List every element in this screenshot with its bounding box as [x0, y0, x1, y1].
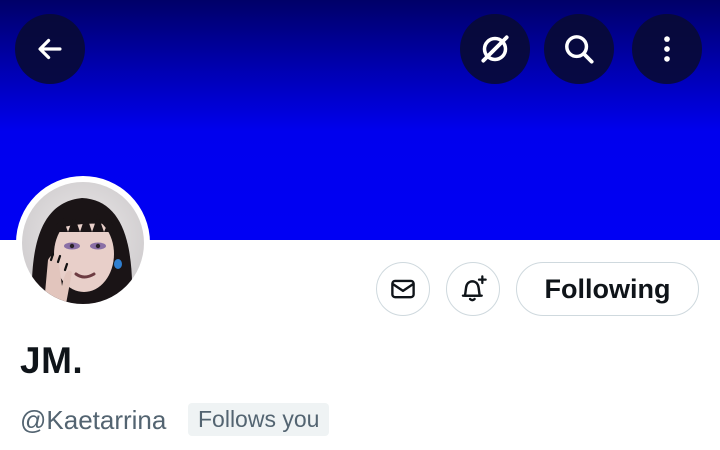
- more-options-button[interactable]: [632, 14, 702, 84]
- notifications-button[interactable]: [446, 262, 500, 316]
- message-button[interactable]: [376, 262, 430, 316]
- back-button[interactable]: [15, 14, 85, 84]
- mail-icon: [391, 279, 415, 299]
- avatar[interactable]: [22, 182, 144, 304]
- follows-you-badge: Follows you: [188, 403, 330, 436]
- bell-plus-icon: [461, 275, 487, 302]
- handle: @Kaetarrina: [20, 405, 167, 435]
- grok-icon: [481, 35, 509, 63]
- arrow-left-icon: [38, 38, 62, 60]
- search-button[interactable]: [544, 14, 614, 84]
- search-icon: [565, 35, 594, 64]
- follows-you-label: Follows you: [198, 406, 320, 432]
- more-vertical-icon: [664, 36, 670, 62]
- following-button[interactable]: Following: [516, 262, 699, 316]
- grok-button[interactable]: [460, 14, 530, 84]
- display-name: JM.: [20, 340, 84, 381]
